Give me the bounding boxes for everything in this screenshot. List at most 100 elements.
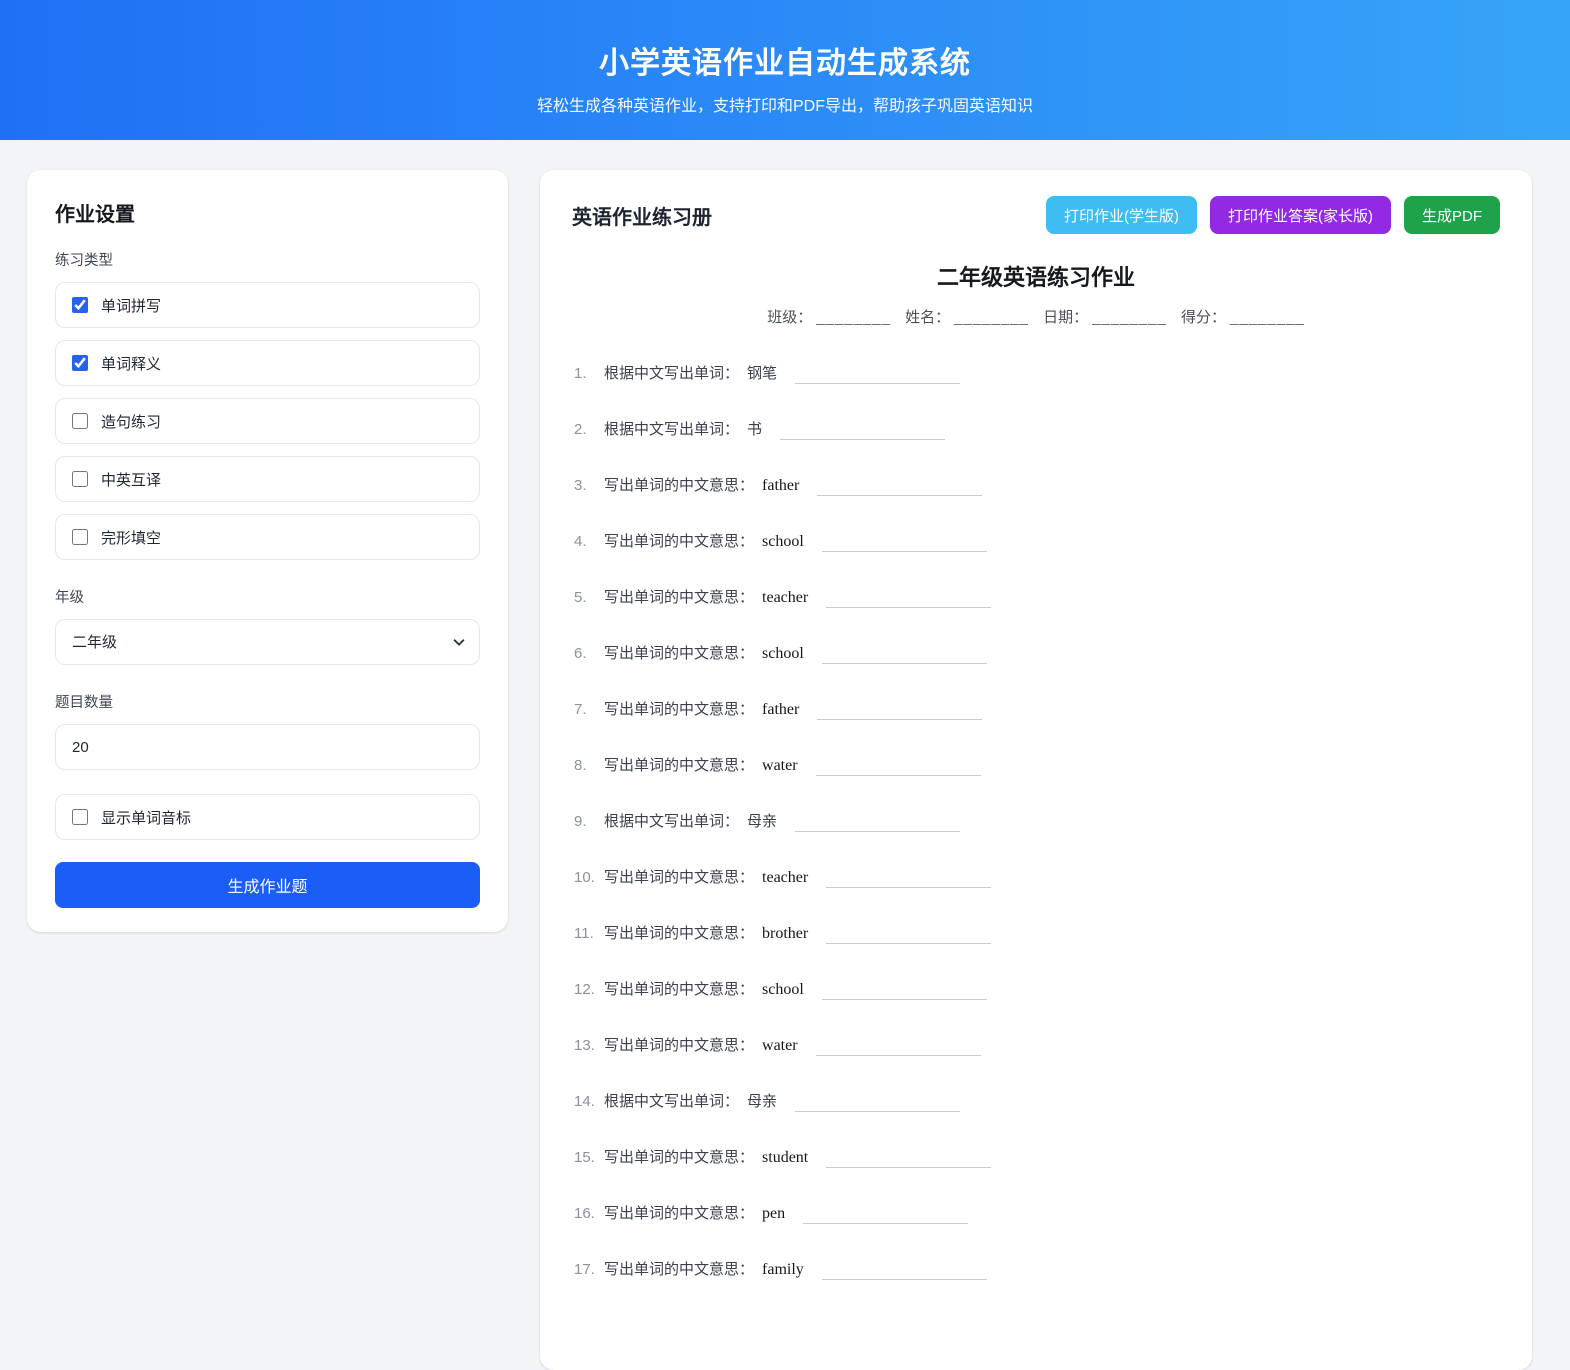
question-item: 13.写出单词的中文意思： water [574, 1035, 1500, 1057]
question-item: 8.写出单词的中文意思：water [574, 755, 1500, 777]
option-label: 单词释义 [101, 353, 161, 374]
grade-select[interactable]: 二年级 [55, 619, 480, 665]
question-prompt: 写出单词的中文意思： [604, 589, 754, 606]
workbook-panel: 英语作业练习册 打印作业(学生版) 打印作业答案(家长版) 生成PDF 二年级英… [540, 170, 1532, 1370]
answer-blank-line [822, 986, 987, 1000]
meta-score-blank: ________ [1230, 309, 1305, 326]
question-prompt: 写出单词的中文意思： [604, 869, 754, 886]
generate-homework-button[interactable]: 生成作业题 [55, 862, 480, 908]
question-prompt: 写出单词的中文意思： [604, 1261, 754, 1278]
question-term: family [762, 1261, 804, 1278]
exercise-type-option-word-meaning[interactable]: 单词释义 [55, 340, 480, 386]
answer-blank-line [816, 1042, 981, 1056]
answer-blank-line [822, 650, 987, 664]
question-number: 8. [574, 755, 604, 777]
question-number: 12. [574, 979, 604, 1001]
translation-checkbox[interactable] [72, 471, 88, 487]
sentence-making-checkbox[interactable] [72, 413, 88, 429]
exercise-type-option-word-spelling[interactable]: 单词拼写 [55, 282, 480, 328]
question-prompt: 根据中文写出单词： [604, 1093, 739, 1110]
settings-title: 作业设置 [55, 198, 480, 227]
settings-panel: 作业设置 练习类型 单词拼写 单词释义 造句练习 中英互译 完形填空 年级 二年… [27, 170, 508, 932]
question-number: 4. [574, 531, 604, 553]
question-number: 5. [574, 587, 604, 609]
exercise-type-option-translation[interactable]: 中英互译 [55, 456, 480, 502]
answer-blank-line [826, 594, 991, 608]
question-prompt: 写出单词的中文意思： [604, 1149, 754, 1166]
question-count-input[interactable] [55, 724, 480, 770]
main-layout: 作业设置 练习类型 单词拼写 单词释义 造句练习 中英互译 完形填空 年级 二年… [0, 140, 1570, 1370]
generate-pdf-button[interactable]: 生成PDF [1404, 196, 1500, 234]
question-prompt: 写出单词的中文意思： [604, 981, 754, 998]
exercise-type-option-sentence-making[interactable]: 造句练习 [55, 398, 480, 444]
answer-blank-line [826, 930, 991, 944]
grade-label: 年级 [55, 586, 480, 607]
question-term: 母亲 [747, 1093, 777, 1110]
question-item: 3.写出单词的中文意思：father [574, 475, 1500, 497]
word-spelling-checkbox[interactable] [72, 297, 88, 313]
cloze-checkbox[interactable] [72, 529, 88, 545]
question-prompt: 写出单词的中文意思： [604, 533, 754, 550]
question-prompt: 写出单词的中文意思： [604, 645, 754, 662]
sheet-meta: 班级：________ 姓名：________ 日期：________ 得分：_… [572, 306, 1500, 327]
option-label: 单词拼写 [101, 295, 161, 316]
workbook-actions: 打印作业(学生版) 打印作业答案(家长版) 生成PDF [1046, 196, 1500, 234]
question-term: 钢笔 [747, 365, 777, 382]
question-item: 7.写出单词的中文意思：father [574, 699, 1500, 721]
meta-date-label: 日期： [1043, 309, 1088, 326]
question-number: 6. [574, 643, 604, 665]
question-term: 书 [747, 421, 762, 438]
answer-blank-line [795, 818, 960, 832]
question-item: 15.写出单词的中文意思：student [574, 1147, 1500, 1169]
answer-blank-line [826, 874, 991, 888]
question-prompt: 写出单词的中文意思： [604, 1205, 754, 1222]
question-number: 14. [574, 1091, 604, 1113]
question-term: student [762, 1149, 808, 1166]
question-item: 2.根据中文写出单词：书 [574, 419, 1500, 441]
answer-blank-line [817, 706, 982, 720]
answer-blank-line [803, 1210, 968, 1224]
answer-blank-line [795, 1098, 960, 1112]
answer-blank-line [795, 370, 960, 384]
meta-score-label: 得分： [1181, 309, 1226, 326]
question-term: father [762, 477, 799, 494]
option-label: 中英互译 [101, 469, 161, 490]
meta-class-label: 班级： [767, 309, 812, 326]
question-item: 1.根据中文写出单词：钢笔 [574, 363, 1500, 385]
question-prompt: 根据中文写出单词： [604, 365, 739, 382]
show-phonetic-option[interactable]: 显示单词音标 [55, 794, 480, 840]
answer-blank-line [817, 482, 982, 496]
question-prompt: 写出单词的中文意思： [604, 757, 754, 774]
exercise-type-label: 练习类型 [55, 249, 480, 270]
word-meaning-checkbox[interactable] [72, 355, 88, 371]
question-term: water [762, 1037, 798, 1054]
answer-blank-line [780, 426, 945, 440]
app-header: 小学英语作业自动生成系统 轻松生成各种英语作业，支持打印和PDF导出，帮助孩子巩… [0, 0, 1570, 140]
option-label: 完形填空 [101, 527, 161, 548]
question-number: 11. [574, 923, 604, 945]
meta-date-blank: ________ [1092, 309, 1167, 326]
exercise-type-option-cloze[interactable]: 完形填空 [55, 514, 480, 560]
question-prompt: 写出单词的中文意思： [604, 477, 754, 494]
app-subtitle: 轻松生成各种英语作业，支持打印和PDF导出，帮助孩子巩固英语知识 [0, 92, 1570, 116]
show-phonetic-checkbox[interactable] [72, 809, 88, 825]
answer-blank-line [822, 1266, 987, 1280]
question-term: school [762, 981, 804, 998]
question-item: 4.写出单词的中文意思： school [574, 531, 1500, 553]
question-number: 16. [574, 1203, 604, 1225]
question-item: 5.写出单词的中文意思：teacher [574, 587, 1500, 609]
print-student-button[interactable]: 打印作业(学生版) [1046, 196, 1197, 234]
print-answers-button[interactable]: 打印作业答案(家长版) [1210, 196, 1391, 234]
workbook-title: 英语作业练习册 [572, 201, 712, 230]
meta-name-label: 姓名： [905, 309, 950, 326]
question-term: brother [762, 925, 808, 942]
question-item: 17.写出单词的中文意思：family [574, 1259, 1500, 1281]
question-number: 13. [574, 1035, 604, 1057]
question-number: 10. [574, 867, 604, 889]
question-prompt: 根据中文写出单词： [604, 421, 739, 438]
question-term: school [762, 533, 804, 550]
question-prompt: 写出单词的中文意思： [604, 1037, 754, 1054]
question-item: 10.写出单词的中文意思： teacher [574, 867, 1500, 889]
grade-select-wrap: 二年级 [55, 619, 480, 665]
question-term: teacher [762, 869, 808, 886]
